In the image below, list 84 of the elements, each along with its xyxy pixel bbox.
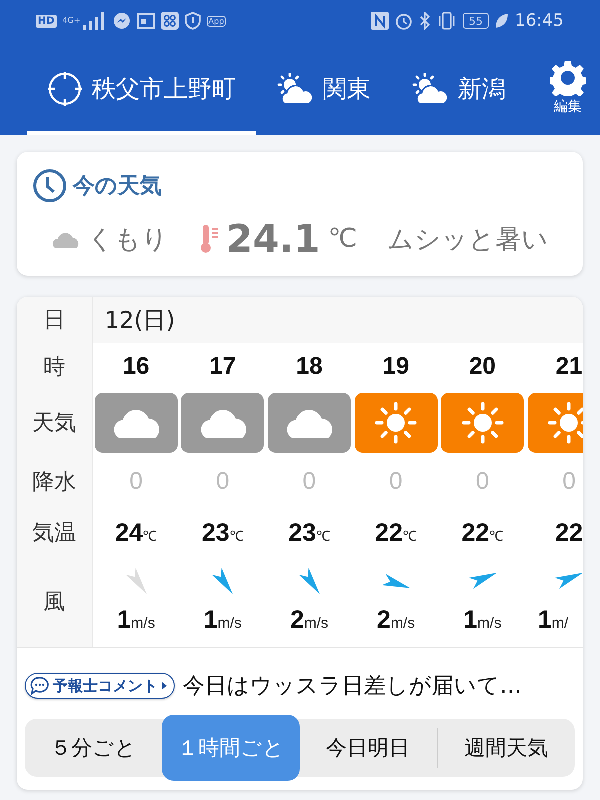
temperature-unit: ℃	[230, 527, 244, 545]
temperature-unit: ℃	[402, 527, 417, 545]
sun-icon	[462, 402, 504, 444]
region-tab[interactable]: 関東	[256, 42, 391, 135]
card-title: 今の天気	[73, 173, 162, 201]
settings-label: 編集	[554, 98, 582, 116]
row-label: 気温	[32, 520, 76, 548]
temperature-value: 23	[288, 519, 316, 548]
temperature-value: 22	[462, 519, 490, 548]
precipitation-value: 0	[476, 468, 490, 496]
feels-like-text: ムシッと暑い	[387, 224, 548, 256]
clock-time: 16:45	[515, 11, 564, 31]
wind-speed-unit: m/s	[131, 615, 156, 632]
region-tab[interactable]: 新潟	[391, 42, 526, 135]
alarm-icon	[395, 12, 413, 30]
app-icon: App	[206, 16, 226, 26]
row-label: 天気	[32, 410, 76, 438]
temperature-unit: ℃	[316, 527, 330, 545]
temperature-value: 22	[555, 519, 583, 548]
news-icon	[136, 13, 155, 29]
temperature-unit: ℃	[143, 527, 158, 545]
hour-label: 19	[382, 353, 410, 381]
precipitation-value: 0	[302, 468, 316, 496]
temperature-unit: ℃	[328, 224, 358, 254]
battery-icon: 55	[463, 13, 489, 29]
caret-icon	[161, 681, 168, 691]
cloud-icon	[285, 408, 334, 438]
speech-bubble-icon	[30, 676, 50, 696]
temperature-value: 23	[202, 519, 230, 548]
clock-icon	[33, 169, 67, 203]
range-tab[interactable]: 週間天気	[436, 728, 575, 768]
precipitation-value: 0	[130, 468, 143, 496]
wind-speed-value: 2	[377, 606, 391, 635]
wind-speed-unit: m/s	[304, 615, 329, 632]
sun-icon	[375, 402, 418, 444]
sun-icon	[548, 402, 583, 444]
wind-speed-value: 1	[464, 606, 478, 635]
hour-label: 21	[556, 353, 583, 381]
temperature-value: 24	[115, 519, 144, 548]
temperature-value: 24.1	[226, 217, 320, 261]
app-grid-icon	[160, 12, 179, 30]
shield-icon	[184, 12, 201, 30]
leaf-icon	[495, 13, 509, 29]
weather-condition: くもり	[88, 224, 169, 256]
chat-icon	[112, 12, 131, 30]
wind-speed-value: 1	[538, 606, 552, 635]
wind-speed-unit: m/s	[218, 615, 242, 632]
location-tab[interactable]: 秩父市上野町	[27, 42, 256, 135]
temperature-value: 22	[375, 519, 403, 548]
wind-speed-unit: m/s	[478, 615, 502, 632]
forecaster-comment-button[interactable]: 予報士コメント	[25, 673, 175, 699]
precipitation-value: 0	[216, 468, 230, 496]
thermometer-icon	[198, 224, 219, 254]
row-label: 時	[44, 354, 66, 382]
hour-label: 16	[122, 353, 150, 381]
date-label: 12(日)	[105, 306, 176, 336]
precipitation-value: 0	[389, 468, 403, 496]
hour-label: 18	[296, 353, 323, 381]
hour-label: 17	[210, 353, 236, 381]
temperature-unit: ℃	[490, 527, 504, 545]
settings-icon	[550, 60, 586, 96]
cloud-icon	[112, 408, 160, 438]
wind-speed-unit: m/s	[390, 615, 416, 632]
partly-cloudy-icon	[276, 72, 314, 104]
row-label: 日	[44, 307, 66, 335]
range-tab[interactable]: 今日明日	[300, 719, 437, 777]
location-target-icon	[47, 70, 83, 106]
cloud-icon	[198, 408, 247, 438]
wind-speed-unit: m/	[552, 615, 569, 632]
range-tab[interactable]: ５分ごと	[25, 719, 162, 777]
precipitation-value: 0	[562, 468, 576, 496]
bluetooth-icon	[419, 12, 431, 30]
comment-text: 今日はウッスラ日差しが届いて…	[183, 673, 522, 701]
vibrate-icon	[437, 12, 457, 30]
wind-speed-value: 2	[290, 606, 304, 635]
signal-icon	[82, 12, 107, 30]
partly-cloudy-icon	[411, 72, 449, 104]
hour-label: 20	[469, 353, 496, 381]
nfc-icon	[371, 12, 389, 30]
row-label: 風	[44, 588, 66, 616]
wind-speed-value: 1	[117, 606, 132, 635]
wind-speed-value: 1	[204, 606, 218, 635]
row-label: 降水	[32, 468, 76, 496]
hd-icon: HD	[36, 14, 57, 28]
